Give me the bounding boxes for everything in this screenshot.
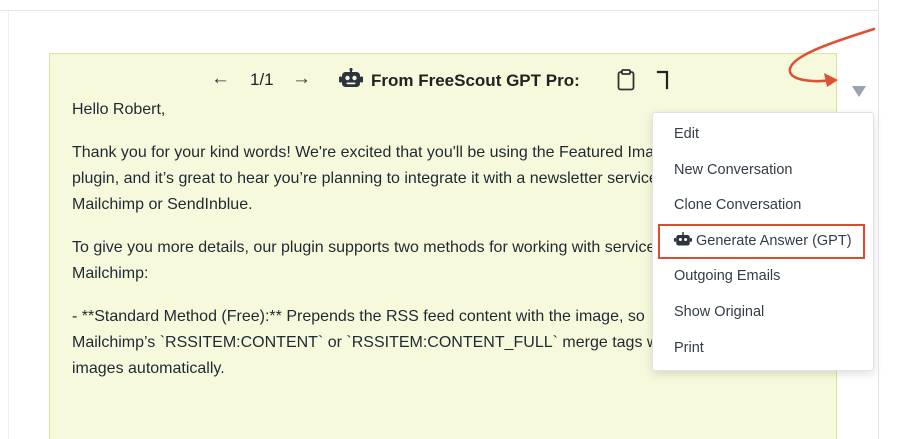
robot-icon bbox=[339, 68, 363, 87]
menu-item-label: Print bbox=[674, 339, 704, 356]
gpt-answer-header: ← 1/1 → From FreeScout GPT Pro: bbox=[50, 67, 838, 95]
corner-insert-icon[interactable] bbox=[655, 70, 673, 90]
menu-item-label: Show Original bbox=[674, 303, 765, 320]
answer-counter: 1/1 bbox=[250, 70, 274, 89]
menu-item-clone-conversation[interactable]: Clone Conversation bbox=[653, 188, 873, 224]
menu-item-label: New Conversation bbox=[674, 161, 793, 178]
previous-answer-button[interactable]: ← bbox=[211, 67, 230, 91]
thread-left-border bbox=[8, 11, 9, 439]
menu-item-print[interactable]: Print bbox=[653, 331, 873, 367]
thread-actions-menu: Edit New Conversation Clone Conversation… bbox=[652, 112, 874, 371]
clipboard-icon[interactable] bbox=[617, 69, 635, 91]
gpt-answer-title: From FreeScout GPT Pro: bbox=[371, 71, 580, 90]
menu-item-label: Clone Conversation bbox=[674, 197, 802, 214]
menu-item-show-original[interactable]: Show Original bbox=[653, 295, 873, 331]
thread-actions-caret-icon[interactable] bbox=[852, 86, 866, 98]
menu-item-label: Edit bbox=[674, 126, 699, 142]
menu-item-label: Generate Answer (GPT) bbox=[696, 232, 852, 249]
menu-item-label: Outgoing Emails bbox=[674, 268, 781, 285]
header-divider bbox=[0, 10, 878, 11]
conversation-view: ← 1/1 → From FreeScout GPT Pro: Hello Ro… bbox=[0, 0, 900, 439]
menu-item-generate-answer[interactable]: Generate Answer (GPT) bbox=[658, 223, 865, 260]
menu-item-new-conversation[interactable]: New Conversation bbox=[653, 153, 873, 189]
next-answer-button[interactable]: → bbox=[292, 67, 311, 91]
menu-item-edit[interactable]: Edit bbox=[653, 117, 873, 153]
menu-item-outgoing-emails[interactable]: Outgoing Emails bbox=[653, 259, 873, 295]
robot-icon bbox=[674, 231, 692, 246]
annotation-arrow bbox=[788, 27, 876, 87]
